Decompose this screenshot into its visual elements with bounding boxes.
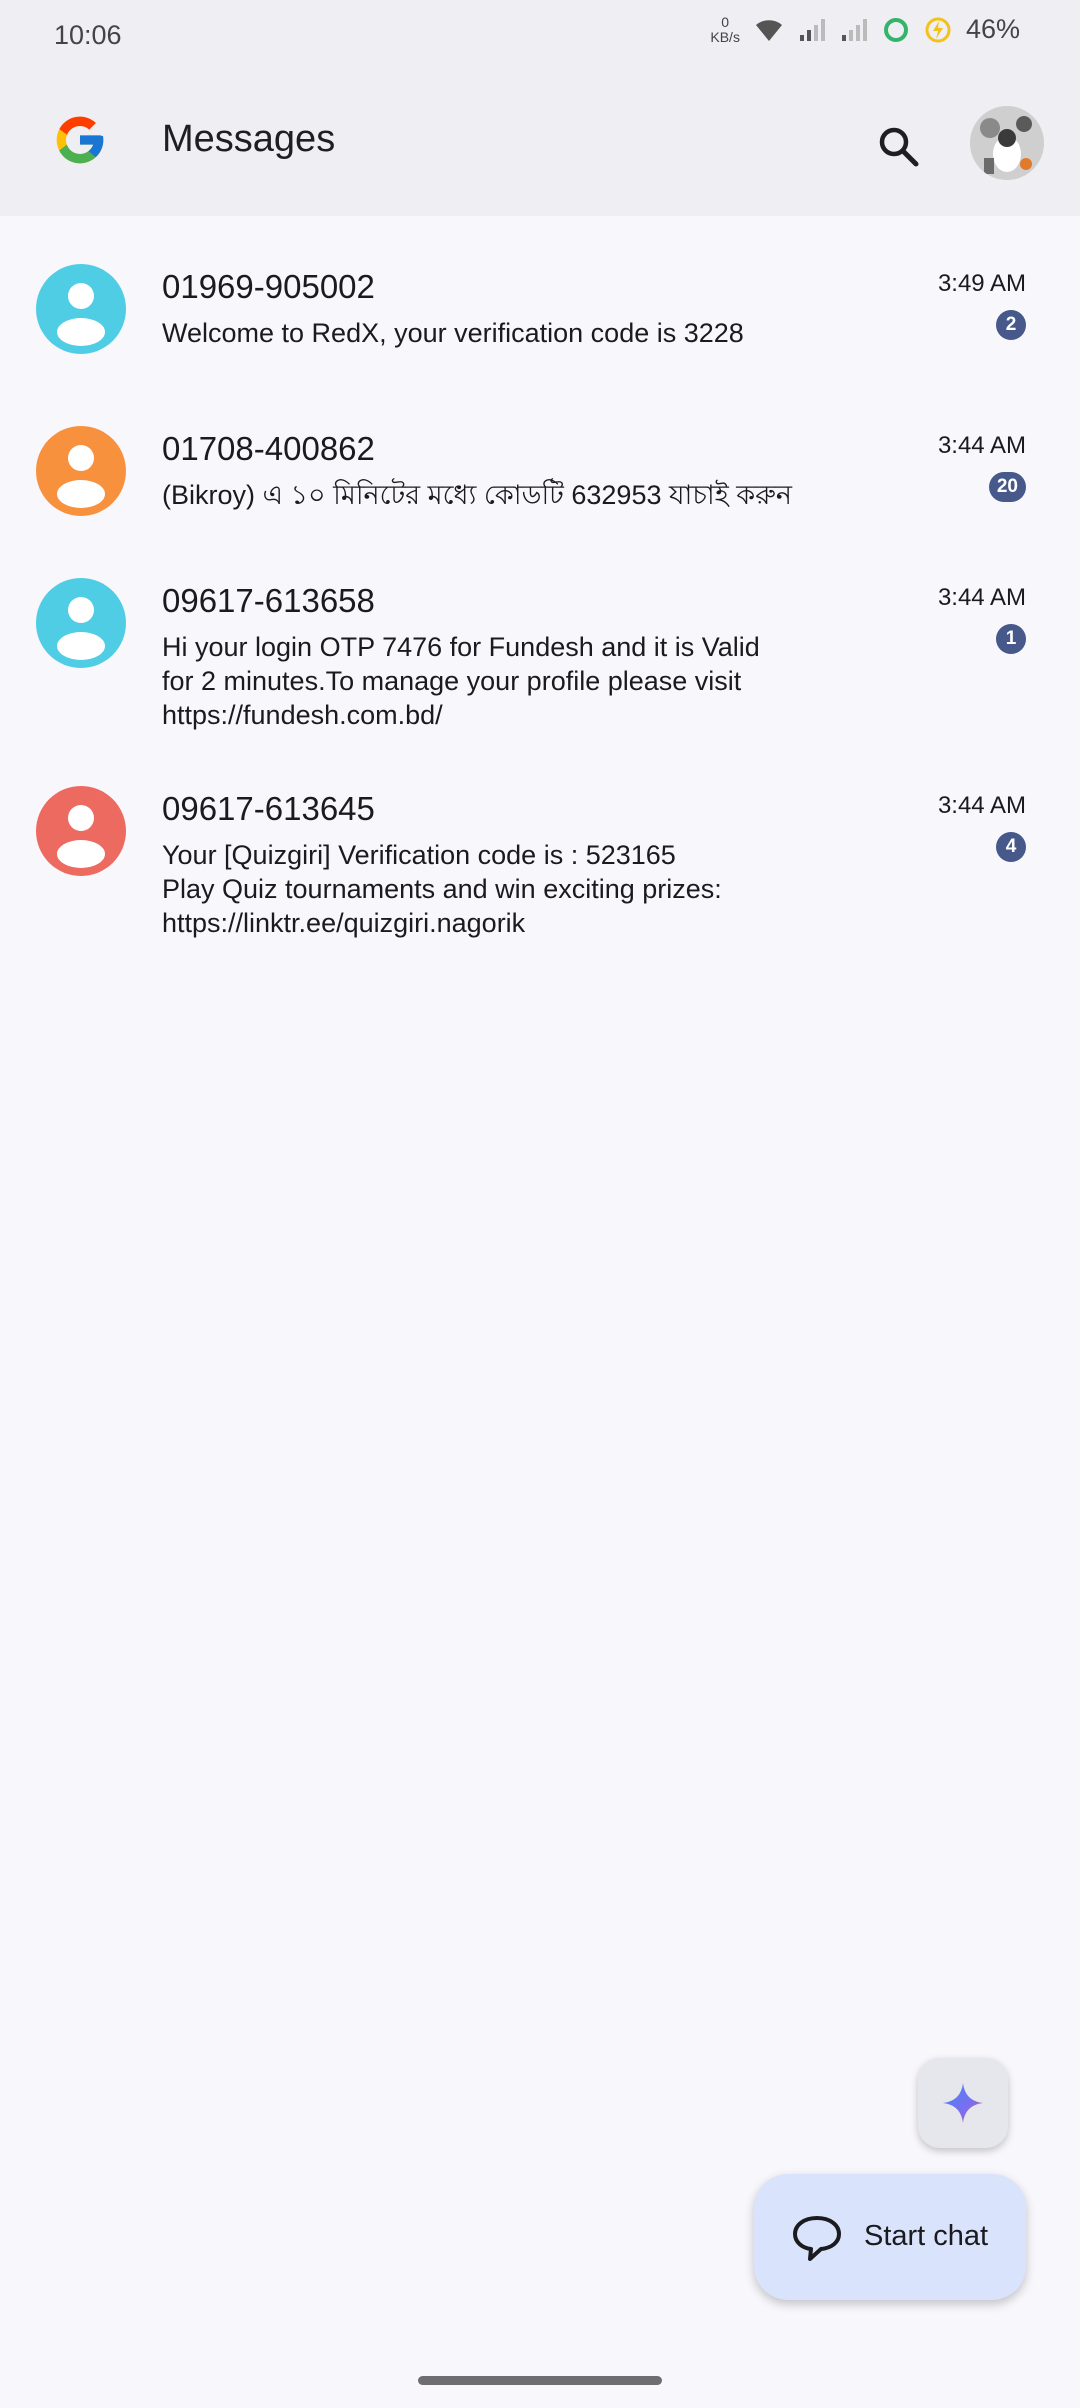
home-indicator[interactable] <box>418 2376 662 2385</box>
signal-icon-2 <box>841 18 867 41</box>
message-snippet: Hi your login OTP 7476 for Fundesh and i… <box>162 632 760 730</box>
unread-badge: 1 <box>996 624 1026 654</box>
message-time: 3:44 AM <box>937 432 1026 459</box>
contact-name: 09617-613645 <box>162 790 375 827</box>
person-icon <box>57 805 105 868</box>
start-chat-button[interactable]: Start chat <box>754 2174 1026 2300</box>
network-speed: 0 KB/s <box>710 13 740 45</box>
conversation-item[interactable]: 09617-613645 Your [Quizgiri] Verificatio… <box>0 734 1080 942</box>
google-logo-icon <box>56 116 104 164</box>
message-snippet: Your [Quizgiri] Verification code is : 5… <box>162 840 722 938</box>
profile-avatar[interactable] <box>970 106 1044 180</box>
contact-avatar <box>36 786 126 876</box>
ring-status-icon <box>883 17 908 42</box>
network-speed-unit: KB/s <box>710 28 740 45</box>
battery-saver-icon <box>925 17 951 42</box>
signal-icon <box>799 18 825 41</box>
network-speed-value: 0 <box>721 13 730 30</box>
contact-name: 01969-905002 <box>162 268 375 305</box>
contact-avatar <box>36 264 126 354</box>
message-time: 3:44 AM <box>937 792 1026 819</box>
battery-percent: 46% <box>965 14 1020 44</box>
page-title: Messages <box>162 118 336 160</box>
search-icon <box>879 127 919 167</box>
app-bar: Messages <box>0 72 1080 216</box>
contact-name: 09617-613658 <box>162 582 375 619</box>
person-icon <box>57 283 105 346</box>
contact-avatar <box>36 426 126 516</box>
gemini-button[interactable] <box>918 2058 1008 2148</box>
profile-photo-icon <box>970 106 1044 180</box>
message-snippet: Welcome to RedX, your verification code … <box>162 318 744 348</box>
search-button[interactable] <box>868 116 928 176</box>
conversation-item[interactable]: 09617-613658 Hi your login OTP 7476 for … <box>0 526 1080 734</box>
message-time: 3:49 AM <box>937 270 1026 297</box>
status-bar: 10:06 0 KB/s 46% <box>0 0 1080 72</box>
status-time: 10:06 <box>54 20 122 50</box>
conversation-item[interactable]: 01708-400862 (Bikroy) এ ১০ মিনিটের মধ্যে… <box>0 374 1080 526</box>
status-icons: 0 KB/s 46% <box>710 14 1020 45</box>
unread-badge: 4 <box>996 832 1026 862</box>
unread-badge: 2 <box>996 310 1026 340</box>
contact-name: 01708-400862 <box>162 430 375 467</box>
chat-bubble-icon <box>793 2216 841 2261</box>
message-snippet: (Bikroy) এ ১০ মিনিটের মধ্যে কোডটি 632953… <box>162 480 793 510</box>
message-time: 3:44 AM <box>937 584 1026 611</box>
unread-badge: 20 <box>988 472 1026 502</box>
conversation-item[interactable]: 01969-905002 Welcome to RedX, your verif… <box>0 216 1080 374</box>
person-icon <box>57 445 105 508</box>
person-icon <box>57 597 105 660</box>
wifi-icon <box>755 19 782 41</box>
sparkle-icon <box>943 2083 983 2123</box>
contact-avatar <box>36 578 126 668</box>
start-chat-label: Start chat <box>864 2220 989 2252</box>
